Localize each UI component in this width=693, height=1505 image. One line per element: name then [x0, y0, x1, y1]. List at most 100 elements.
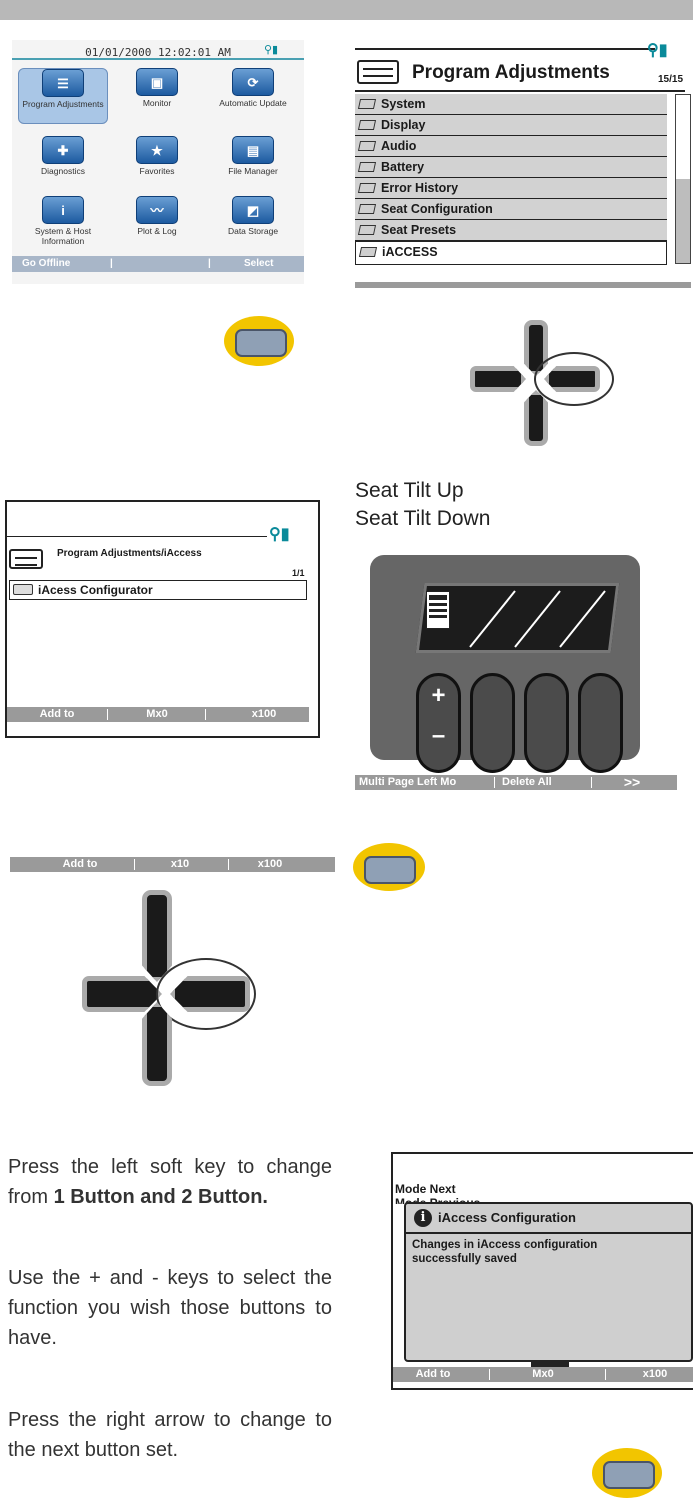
x100-softkey[interactable]: x100: [240, 857, 300, 872]
folder-icon: [357, 182, 377, 193]
dialog-divider: [406, 1232, 693, 1234]
softkey-bar-strip: Add to x10 x100: [10, 857, 335, 872]
mode-next-label: Mode Next: [395, 1182, 456, 1196]
storage-icon: ◩: [232, 196, 274, 224]
favorites-icon: ★: [136, 136, 178, 164]
softkey-separator: [228, 859, 229, 870]
tile-label: Data Storage: [227, 226, 279, 236]
minus-icon: –: [431, 722, 446, 749]
scrollbar[interactable]: [675, 94, 691, 264]
tile-plot-log[interactable]: 〰 Plot & Log: [112, 196, 202, 252]
scrollbar-thumb[interactable]: [676, 179, 690, 263]
arrow-up-icon: [142, 1002, 172, 1086]
next-page-softkey[interactable]: >>: [607, 775, 657, 790]
list-item[interactable]: Battery: [355, 157, 667, 178]
softkey-separator: [591, 777, 592, 788]
home-menu-screen: 01/01/2000 12:02:01 AM ⚲▮ ☰ Program Adju…: [12, 40, 304, 284]
instruction-paragraph-3: Press the right arrow to change to the n…: [8, 1409, 332, 1461]
softkey-separator: |: [208, 258, 211, 269]
highlight-ring: [534, 352, 614, 406]
instruction-paragraph-1: Press the left soft key to change from 1…: [8, 1152, 332, 1212]
joystick-display-device: + –: [370, 555, 640, 773]
tile-label: Diagnostics: [41, 166, 85, 176]
page-counter: 1/1: [292, 568, 305, 578]
device-button-3[interactable]: [524, 673, 569, 773]
update-icon: ⟳: [232, 68, 274, 96]
info-icon: i: [42, 196, 84, 224]
header-line: [12, 58, 304, 60]
connection-icon: ⚲▮: [269, 526, 290, 543]
tile-label: System & Host Information: [34, 226, 92, 246]
list-item[interactable]: Error History: [355, 178, 667, 199]
tile-file-manager[interactable]: ▤ File Manager: [208, 136, 298, 192]
device-softkey-bar: Multi Page Left Mo Delete All >>: [355, 775, 677, 790]
list-item[interactable]: Display: [355, 115, 667, 136]
list-item-label: Display: [381, 118, 426, 132]
list-item[interactable]: System: [355, 94, 667, 115]
go-offline-softkey[interactable]: Go Offline: [22, 256, 70, 272]
softkey-bar: Add to Mx0 x100: [7, 707, 309, 722]
softkey-bar: Add to Mx0 x100: [393, 1367, 693, 1382]
device-button-4[interactable]: [578, 673, 623, 773]
folder-icon: [357, 224, 377, 235]
tile-monitor[interactable]: ▣ Monitor: [112, 68, 202, 124]
program-adjustments-icon: [9, 549, 43, 569]
tile-data-storage[interactable]: ◩ Data Storage: [208, 196, 298, 252]
program-adjustments-icon: [357, 60, 399, 84]
add-to-softkey[interactable]: Add to: [40, 857, 120, 872]
tile-diagnostics[interactable]: ✚ Diagnostics: [18, 136, 108, 192]
tile-label: Program Adjustments: [22, 99, 104, 109]
list-item[interactable]: Seat Configuration: [355, 199, 667, 220]
tile-system-host-info[interactable]: i System & Host Information: [18, 196, 108, 252]
tile-favorites[interactable]: ★ Favorites: [112, 136, 202, 192]
add-to-softkey[interactable]: Add to: [403, 1367, 463, 1382]
list-item[interactable]: Seat Presets: [355, 220, 667, 241]
plus-minus-button[interactable]: + –: [416, 673, 461, 773]
add-to-softkey[interactable]: Add to: [17, 707, 97, 722]
select-softkey[interactable]: Select: [244, 256, 273, 272]
x100-softkey[interactable]: x100: [229, 707, 299, 722]
list-item-label: Audio: [381, 139, 417, 153]
arrow-right-icon: [470, 366, 526, 392]
seat-tilt-up-label: Seat Tilt Up: [355, 479, 464, 502]
device-button-2[interactable]: [470, 673, 515, 773]
list-item[interactable]: Audio: [355, 136, 667, 157]
softkey-separator: [134, 859, 135, 870]
plus-icon: +: [431, 682, 446, 709]
tile-label: File Manager: [228, 166, 278, 176]
list-item-label: Seat Presets: [381, 223, 457, 237]
softkey-separator: |: [110, 258, 113, 269]
folder-icon: [357, 203, 377, 214]
arrow-right-icon: [82, 976, 162, 1012]
monitor-icon: ▣: [136, 68, 178, 96]
iaccess-screen: ⚲▮ Program Adjustments/iAccess 1/1 iAces…: [5, 500, 320, 738]
mx0-softkey[interactable]: Mx0: [513, 1367, 573, 1382]
config-saved-screen: Mode Next Mode Previous i iAccess Config…: [391, 1152, 693, 1390]
list-item-selected[interactable]: iACCESS: [355, 241, 667, 265]
list-item-label: Seat Configuration: [381, 202, 493, 216]
tile-label: Favorites: [139, 166, 175, 176]
list-icon: [426, 591, 450, 629]
header-line: [7, 536, 267, 537]
mx0-softkey[interactable]: Mx0: [127, 707, 187, 722]
softkey-separator: [605, 1369, 606, 1380]
tile-program-adjustments[interactable]: ☰ Program Adjustments: [18, 68, 108, 124]
x10-softkey[interactable]: x10: [150, 857, 210, 872]
tile-automatic-update[interactable]: ⟳ Automatic Update: [208, 68, 298, 124]
title-underline: [355, 90, 685, 92]
softkey-button-icon: [224, 316, 294, 366]
list-item-selected[interactable]: iAcess Configurator: [9, 580, 307, 600]
softkey-separator: [107, 709, 108, 720]
file-manager-icon: ▤: [232, 136, 274, 164]
folder-icon: [357, 98, 377, 109]
multi-page-softkey[interactable]: Multi Page Left Mo: [359, 775, 456, 790]
delete-all-softkey[interactable]: Delete All: [502, 775, 552, 790]
x100-softkey[interactable]: x100: [625, 1367, 685, 1382]
instruction-bold: 1 Button and 2 Button.: [53, 1186, 268, 1208]
program-adjustments-screen: ⚲▮ Program Adjustments 15/15 System Disp…: [355, 40, 693, 290]
sliders-icon: ☰: [42, 69, 84, 97]
tile-label: Automatic Update: [219, 98, 287, 108]
list-item-label: System: [381, 97, 426, 111]
menu-list: System Display Audio Battery Error Histo…: [355, 94, 673, 266]
page-counter: 15/15: [658, 74, 684, 85]
